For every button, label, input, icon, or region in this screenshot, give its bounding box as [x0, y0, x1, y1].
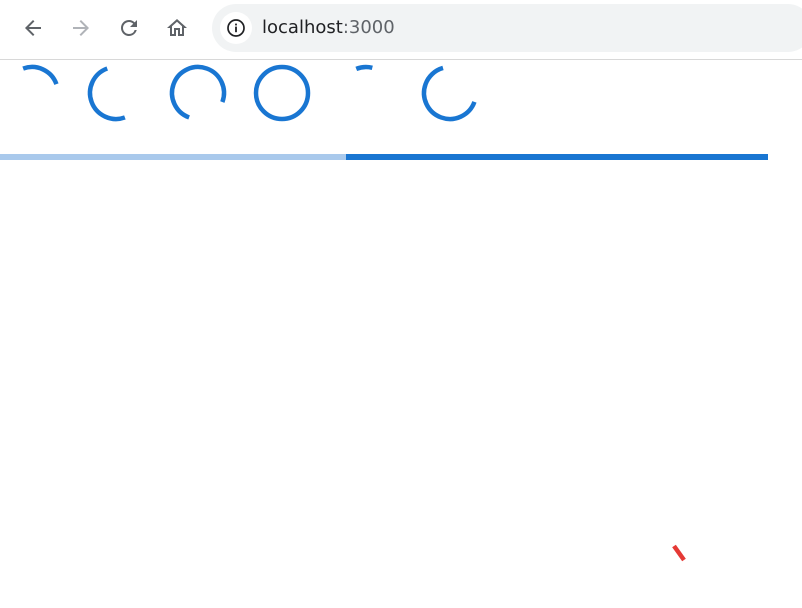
url-host: localhost	[262, 17, 343, 38]
arrow-right-icon	[73, 20, 89, 36]
back-button[interactable]	[17, 12, 49, 44]
linear-progress-fill	[345, 154, 768, 160]
url-text[interactable]: localhost:3000	[262, 17, 395, 39]
arrow-left-icon	[25, 20, 41, 36]
error-mark-icon	[672, 544, 686, 562]
spinner-arc	[87, 64, 145, 122]
loading-spinner-small	[337, 64, 395, 122]
spinner-arc	[337, 64, 395, 122]
home-button[interactable]	[161, 12, 193, 44]
info-circle-icon	[227, 19, 245, 37]
address-bar[interactable]: localhost:3000	[212, 4, 802, 52]
linear-progress-bar	[0, 154, 768, 160]
loading-spinner-half	[87, 64, 145, 122]
spinner-arc	[169, 64, 227, 122]
spinner-arc	[421, 64, 479, 122]
spinner-arc	[3, 64, 61, 122]
loading-spinner-full	[253, 64, 311, 122]
loading-spinner-quarter	[3, 64, 61, 122]
reload-icon	[121, 20, 137, 36]
url-port: :3000	[342, 17, 395, 38]
loading-spinner-indeterminate	[421, 64, 479, 122]
forward-button[interactable]	[65, 12, 97, 44]
home-icon	[167, 19, 187, 36]
spinner-arc	[253, 64, 311, 122]
browser-toolbar: localhost:3000	[0, 0, 802, 60]
page-content	[0, 61, 802, 608]
reload-button[interactable]	[113, 12, 145, 44]
loading-spinner-three-quarter	[169, 64, 227, 122]
site-info-button[interactable]	[220, 12, 252, 44]
